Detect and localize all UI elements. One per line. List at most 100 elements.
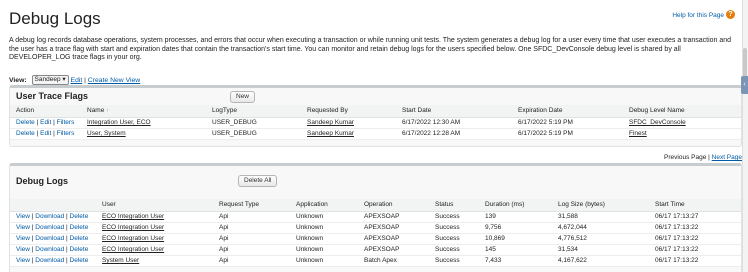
edit-link[interactable]: Edit — [40, 130, 51, 137]
user-link[interactable]: Integration User, ECO — [87, 119, 151, 126]
delete-link[interactable]: Delete — [70, 257, 89, 264]
help-link[interactable]: Help for this Page — [672, 12, 724, 19]
help-icon[interactable]: ? — [726, 10, 735, 19]
user-link[interactable]: ECO Integration User — [102, 246, 164, 253]
application: Unknown — [290, 233, 358, 245]
status: Success — [429, 211, 479, 223]
download-link[interactable]: Download — [35, 235, 64, 242]
col-start-time[interactable]: Start Time — [649, 199, 741, 212]
filters-link[interactable]: Filters — [57, 130, 75, 137]
user-link[interactable]: ECO Integration User — [102, 213, 164, 220]
delete-link[interactable]: Delete — [70, 246, 89, 253]
application: Unknown — [290, 211, 358, 223]
next-page-link[interactable]: Next Page — [712, 154, 742, 161]
log-type: USER_DEBUG — [206, 117, 301, 129]
log-size: 31,588 — [552, 211, 649, 223]
col-operation[interactable]: Operation — [358, 199, 429, 212]
status: Success — [429, 255, 479, 267]
table-row: View | Download | Delete System User Api Un… — [10, 255, 741, 267]
row-actions: View | Download | Delete — [10, 211, 96, 223]
debug-logs-panel: Debug Logs Delete All User Request Type … — [9, 163, 742, 272]
user-link[interactable]: ECO Integration User — [102, 224, 164, 231]
previous-page: Previous Page — [664, 154, 707, 161]
delete-link[interactable]: Delete — [70, 224, 89, 231]
delete-all-button[interactable]: Delete All — [238, 175, 278, 187]
requested-by-link[interactable]: Sandeep Kumar — [307, 130, 354, 137]
user-link[interactable]: System User — [102, 257, 139, 264]
col-debug-level[interactable]: Debug Level Name — [623, 105, 741, 118]
trace-flags-table: Action Name ↑ LogType Requested By Start … — [10, 105, 741, 140]
table-row: Delete | Edit | Filters User, System USE… — [10, 128, 741, 140]
operation: APEXSOAP — [358, 222, 429, 234]
row-actions: View | Download | Delete — [10, 244, 96, 256]
delete-link[interactable]: Delete — [16, 130, 35, 137]
page-title: Debug Logs — [9, 9, 101, 28]
view-link[interactable]: View — [16, 257, 30, 264]
col-actions — [10, 199, 96, 212]
edit-link[interactable]: Edit — [40, 119, 51, 126]
duration: 10,869 — [479, 233, 552, 245]
download-link[interactable]: Download — [35, 257, 64, 264]
col-start-date[interactable]: Start Date — [396, 105, 512, 118]
operation: APEXSOAP — [358, 211, 429, 223]
expiration-date: 6/17/2022 5:19 PM — [512, 117, 623, 129]
col-expiration-date[interactable]: Expiration Date — [512, 105, 623, 118]
col-name[interactable]: Name ↑ — [81, 105, 206, 118]
application: Unknown — [290, 244, 358, 256]
application: Unknown — [290, 255, 358, 267]
view-link[interactable]: View — [16, 213, 30, 220]
operation: APEXSOAP — [358, 244, 429, 256]
delete-link[interactable]: Delete — [70, 235, 89, 242]
col-application[interactable]: Application — [290, 199, 358, 212]
start-time: 06/17 17:13:22 — [649, 255, 741, 267]
filters-link[interactable]: Filters — [57, 119, 75, 126]
debug-level-link[interactable]: Finest — [629, 130, 647, 137]
status: Success — [429, 222, 479, 234]
download-link[interactable]: Download — [35, 246, 64, 253]
col-request-type[interactable]: Request Type — [213, 199, 290, 212]
delete-link[interactable]: Delete — [16, 119, 35, 126]
view-link[interactable]: View — [16, 246, 30, 253]
debug-level-link[interactable]: SFDC_DevConsole — [629, 119, 686, 126]
side-panel-tab-icon[interactable]: ‹ — [741, 76, 748, 94]
row-actions: View | Download | Delete — [10, 222, 96, 234]
duration: 145 — [479, 244, 552, 256]
operation: APEXSOAP — [358, 233, 429, 245]
view-select[interactable]: Sandeep ▾ — [31, 75, 69, 85]
start-date: 6/17/2022 12:30 AM — [396, 117, 512, 129]
requested-by-link[interactable]: Sandeep Kumar — [307, 119, 354, 126]
user-link[interactable]: ECO Integration User — [102, 235, 164, 242]
row-actions: View | Download | Delete — [10, 255, 96, 267]
trace-flags-panel: User Trace Flags New Action Name ↑ LogTyp… — [9, 85, 742, 147]
col-logtype[interactable]: LogType — [206, 105, 301, 118]
col-status[interactable]: Status — [429, 199, 479, 212]
view-bar: View: Sandeep ▾ Edit | Create New View — [9, 75, 140, 85]
delete-link[interactable]: Delete — [70, 213, 89, 220]
table-row: View | Download | Delete ECO Integration … — [10, 222, 741, 234]
operation: Batch Apex — [358, 255, 429, 267]
request-type: Api — [213, 222, 290, 234]
view-link[interactable]: View — [16, 224, 30, 231]
request-type: Api — [213, 211, 290, 223]
download-link[interactable]: Download — [35, 213, 64, 220]
row-actions: Delete | Edit | Filters — [10, 117, 81, 129]
user-link[interactable]: User, System — [87, 130, 126, 137]
status: Success — [429, 244, 479, 256]
table-row: View | Download | Delete ECO Integration … — [10, 244, 741, 256]
download-link[interactable]: Download — [35, 224, 64, 231]
status: Success — [429, 233, 479, 245]
col-user[interactable]: User — [96, 199, 213, 212]
col-requested-by[interactable]: Requested By — [301, 105, 396, 118]
view-select-value: Sandeep — [34, 76, 61, 83]
start-time: 06/17 17:13:27 — [649, 211, 741, 223]
log-size: 4,167,622 — [552, 255, 649, 267]
edit-view-link[interactable]: Edit — [71, 77, 83, 84]
pager-separator: | — [708, 154, 710, 161]
create-view-link[interactable]: Create New View — [88, 77, 140, 84]
col-duration[interactable]: Duration (ms) — [479, 199, 552, 212]
view-link[interactable]: View — [16, 235, 30, 242]
new-trace-flag-button[interactable]: New — [230, 91, 256, 103]
col-log-size[interactable]: Log Size (bytes) — [552, 199, 649, 212]
vertical-scrollbar[interactable] — [742, 0, 748, 272]
log-size: 31,534 — [552, 244, 649, 256]
